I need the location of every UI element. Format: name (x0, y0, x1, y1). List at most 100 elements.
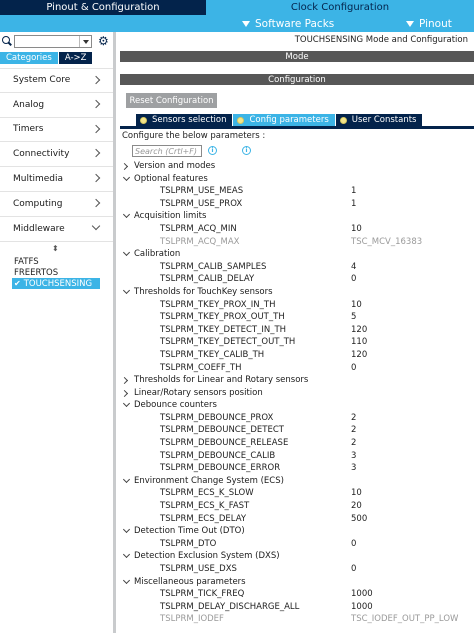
list-item-fatfs[interactable]: FATFS (12, 256, 100, 267)
tree-group[interactable]: Thresholds for TouchKey sensors (120, 286, 474, 300)
parameter-value[interactable]: 2 (351, 438, 356, 448)
table-row[interactable]: TSLPRM_ECS_K_SLOW 10 (120, 488, 474, 501)
table-row[interactable]: TSLPRM_TICK_FREQ 1000 (120, 589, 474, 602)
table-row[interactable]: TSLPRM_ECS_DELAY 500 (120, 514, 474, 527)
parameter-value[interactable]: 0 (351, 274, 356, 284)
chevron-down-icon[interactable] (122, 475, 131, 483)
info-icon[interactable]: i (242, 146, 251, 155)
chevron-down-icon[interactable] (122, 551, 131, 559)
tree-group[interactable]: Detection Time Out (DTO) (120, 526, 474, 539)
table-row[interactable]: TSLPRM_TKEY_DETECT_OUT_TH 110 (120, 337, 474, 350)
info-icon[interactable]: i (208, 146, 217, 155)
table-row[interactable]: TSLPRM_ACQ_MAX TSC_MCV_16383 (120, 237, 474, 250)
table-row[interactable]: TSLPRM_TKEY_CALIB_TH 120 (120, 350, 474, 363)
parameter-search-input[interactable]: Search (Crtl+F) (132, 145, 202, 157)
sidebar-item-analog[interactable]: Analog (0, 93, 113, 118)
table-row[interactable]: TSLPRM_COEFF_TH 0 (120, 363, 474, 376)
parameter-value[interactable]: 2 (351, 425, 356, 435)
parameter-value[interactable]: 1000 (351, 589, 373, 599)
tab-a-z[interactable]: A->Z (58, 52, 93, 64)
list-item-freertos[interactable]: FREERTOS (12, 267, 100, 278)
parameter-name: TSLPRM_DEBOUNCE_CALIB (160, 450, 276, 461)
pinout-menu[interactable]: Pinout (406, 16, 452, 31)
parameter-value[interactable]: 4 (351, 262, 356, 272)
tab-categories[interactable]: Categories (0, 52, 58, 64)
tree-group[interactable]: Version and modes (120, 161, 474, 174)
tree-group[interactable]: Acquisition limits (120, 211, 474, 224)
parameter-value[interactable]: 3 (351, 463, 356, 473)
parameter-value[interactable]: 0 (351, 564, 356, 574)
sidebar-search-input[interactable] (14, 35, 92, 48)
chevron-right-icon[interactable] (120, 162, 129, 171)
table-row[interactable]: TSLPRM_DEBOUNCE_PROX 2 (120, 413, 474, 426)
table-row[interactable]: TSLPRM_USE_DXS 0 (120, 564, 474, 577)
tree-group[interactable]: Debounce counters (120, 400, 474, 413)
parameter-value[interactable]: 10 (351, 488, 362, 498)
chevron-down-icon[interactable] (122, 249, 131, 257)
table-row[interactable]: TSLPRM_DEBOUNCE_RELEASE 2 (120, 438, 474, 451)
tree-group[interactable]: Linear/Rotary sensors position (120, 388, 474, 401)
sidebar-item-multimedia[interactable]: Multimedia (0, 167, 113, 192)
tree-group[interactable]: Optional features (120, 173, 474, 187)
table-row[interactable]: TSLPRM_TKEY_PROX_IN_TH 10 (120, 300, 474, 313)
table-row[interactable]: TSLPRM_IODEF TSC_IODEF_OUT_PP_LOW (120, 614, 474, 627)
parameter-value[interactable]: 20 (351, 501, 362, 511)
parameter-value[interactable]: 1 (351, 199, 356, 209)
parameter-value[interactable]: 2 (351, 413, 356, 423)
tree-group[interactable]: Detection Exclusion System (DXS) (120, 551, 474, 564)
parameter-value[interactable]: 1000 (351, 602, 373, 612)
table-row[interactable]: TSLPRM_TKEY_PROX_OUT_TH 5 (120, 312, 474, 325)
sidebar-item-system-core[interactable]: System Core (0, 68, 113, 93)
parameter-value[interactable]: 10 (351, 300, 362, 310)
search-dropdown-button[interactable] (79, 36, 91, 47)
table-row[interactable]: TSLPRM_USE_PROX 1 (120, 199, 474, 212)
table-row[interactable]: TSLPRM_DEBOUNCE_DETECT 2 (120, 425, 474, 438)
parameter-value[interactable]: 0 (351, 539, 356, 549)
tab-config-parameters[interactable]: Config parameters (233, 114, 335, 126)
parameter-value[interactable]: 3 (351, 451, 356, 461)
table-row[interactable]: TSLPRM_DELAY_DISCHARGE_ALL 1000 (120, 602, 474, 615)
gear-icon[interactable]: ⚙ (98, 35, 110, 47)
table-row[interactable]: TSLPRM_DEBOUNCE_CALIB 3 (120, 451, 474, 464)
tab-clock-configuration[interactable]: Clock Configuration (206, 0, 474, 15)
parameter-value[interactable]: 10 (351, 224, 362, 234)
reset-configuration-button[interactable]: Reset Configuration (126, 93, 217, 108)
parameter-value[interactable]: 110 (351, 337, 367, 347)
table-row[interactable]: TSLPRM_CALIB_DELAY 0 (120, 274, 474, 287)
parameter-value[interactable]: 500 (351, 514, 367, 524)
software-packs-menu[interactable]: Software Packs (242, 16, 334, 31)
parameter-value[interactable]: 120 (351, 325, 367, 335)
table-row[interactable]: TSLPRM_TKEY_DETECT_IN_TH 120 (120, 325, 474, 338)
sidebar-item-timers[interactable]: Timers (0, 118, 113, 143)
table-row[interactable]: TSLPRM_USE_MEAS 1 (120, 186, 474, 199)
table-row[interactable]: TSLPRM_DEBOUNCE_ERROR 3 (120, 463, 474, 476)
chevron-down-icon[interactable] (122, 286, 131, 294)
parameter-value[interactable]: 120 (351, 350, 367, 360)
sidebar-item-computing[interactable]: Computing (0, 192, 113, 217)
parameter-value[interactable]: 1 (351, 186, 356, 196)
sort-icon[interactable]: ⬍ (52, 244, 59, 253)
tree-group[interactable]: Environment Change System (ECS) (120, 475, 474, 489)
sidebar-item-middleware[interactable]: Middleware (0, 217, 113, 242)
chevron-right-icon[interactable] (120, 377, 129, 385)
chevron-down-icon[interactable] (122, 173, 131, 181)
chevron-down-icon[interactable] (122, 400, 131, 408)
chevron-down-icon[interactable] (122, 576, 131, 584)
tab-sensors-selection[interactable]: Sensors selection (136, 114, 233, 126)
chevron-right-icon[interactable] (120, 389, 129, 397)
parameter-value[interactable]: 0 (351, 363, 356, 373)
list-item-touchsensing[interactable]: ✔ TOUCHSENSING (12, 278, 100, 289)
table-row[interactable]: TSLPRM_ECS_K_FAST 20 (120, 501, 474, 514)
table-row[interactable]: TSLPRM_CALIB_SAMPLES 4 (120, 262, 474, 275)
parameter-value[interactable]: 5 (351, 312, 356, 322)
tree-group[interactable]: Miscellaneous parameters (120, 576, 474, 590)
tab-pinout-configuration[interactable]: Pinout & Configuration (0, 0, 206, 15)
tree-group[interactable]: Thresholds for Linear and Rotary sensors (120, 375, 474, 388)
chevron-down-icon[interactable] (122, 526, 131, 534)
table-row[interactable]: TSLPRM_DTO 0 (120, 539, 474, 552)
tab-user-constants[interactable]: User Constants (335, 114, 423, 126)
table-row[interactable]: TSLPRM_ACQ_MIN 10 (120, 224, 474, 237)
tree-group[interactable]: Calibration (120, 249, 474, 262)
sidebar-item-connectivity[interactable]: Connectivity (0, 142, 113, 168)
chevron-down-icon[interactable] (122, 211, 131, 219)
